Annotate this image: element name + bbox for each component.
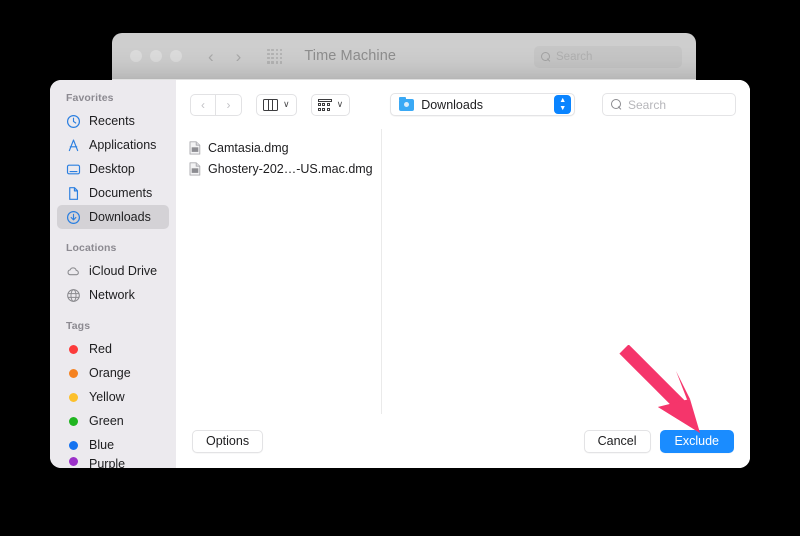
sidebar-item-tag-red[interactable]: Red: [57, 337, 169, 361]
chevron-down-icon: ∨: [283, 100, 290, 109]
sidebar-divider-2: [50, 307, 176, 320]
sidebar-item-label: Orange: [89, 366, 131, 380]
tag-dot-icon: [69, 393, 78, 402]
sidebar-item-tag-yellow[interactable]: Yellow: [57, 385, 169, 409]
sidebar-item-label: Desktop: [89, 162, 135, 176]
time-machine-titlebar: ‹ › Time Machine Search: [112, 33, 696, 79]
forward-chevron-icon[interactable]: ›: [236, 48, 242, 65]
back-button[interactable]: ‹: [190, 94, 216, 116]
window-search-placeholder: Search: [556, 51, 592, 63]
sidebar-item-recents[interactable]: Recents: [57, 109, 169, 133]
window-search-field[interactable]: Search: [534, 46, 682, 68]
sidebar-section-favorites-header: Favorites: [50, 92, 176, 109]
sidebar-item-network[interactable]: Network: [57, 283, 169, 307]
downloads-icon: [66, 210, 81, 225]
group-by-icon: [318, 99, 332, 111]
tag-dot-icon: [69, 441, 78, 450]
minimize-icon[interactable]: [150, 50, 162, 62]
list-item[interactable]: Camtasia.dmg: [176, 137, 381, 158]
search-icon: [611, 99, 622, 110]
sidebar-item-label: Green: [89, 414, 124, 428]
location-popup-button[interactable]: Downloads ▲ ▼: [390, 93, 575, 116]
view-mode-button[interactable]: ∨: [256, 94, 297, 116]
sidebar-item-tag-purple[interactable]: Purple: [57, 457, 169, 468]
sidebar-item-label: Recents: [89, 114, 135, 128]
back-chevron-icon[interactable]: ‹: [208, 48, 214, 65]
clock-icon: [66, 114, 81, 129]
dialog-toolbar: ‹ › ∨ ∨: [176, 80, 750, 129]
screen: ‹ › Time Machine Search Favorites: [0, 0, 800, 536]
disk-image-icon: [189, 162, 201, 176]
disk-image-icon: [189, 141, 201, 155]
grid-icon[interactable]: [267, 49, 282, 64]
tag-dot-icon: [69, 457, 78, 466]
traffic-lights[interactable]: [130, 50, 182, 62]
chevron-down-icon: ∨: [337, 100, 344, 109]
sidebar-item-label: Downloads: [89, 210, 151, 224]
list-item[interactable]: Ghostery-202…-US.mac.dmg: [176, 158, 381, 179]
sidebar-item-icloud-drive[interactable]: iCloud Drive: [57, 259, 169, 283]
file-name: Camtasia.dmg: [208, 141, 289, 155]
tag-dot-icon: [69, 417, 78, 426]
sidebar-item-documents[interactable]: Documents: [57, 181, 169, 205]
sidebar-item-label: iCloud Drive: [89, 264, 157, 278]
location-label: Downloads: [421, 98, 547, 112]
window-title: Time Machine: [304, 48, 396, 64]
tag-dot-icon: [69, 369, 78, 378]
cancel-button[interactable]: Cancel: [584, 430, 651, 453]
forward-button[interactable]: ›: [216, 94, 242, 116]
dialog-content: ‹ › ∨ ∨: [176, 80, 750, 468]
downloads-folder-icon: [399, 99, 414, 111]
exclude-file-dialog: Favorites Recents Applications: [50, 80, 750, 468]
file-list-column[interactable]: Camtasia.dmg Ghostery-202…-US.mac.dmg: [176, 129, 382, 414]
sidebar-item-label: Applications: [89, 138, 156, 152]
sidebar-item-label: Documents: [89, 186, 152, 200]
document-icon: [66, 186, 81, 201]
nav-button-group[interactable]: ‹ ›: [190, 94, 242, 116]
stepper-down: ▼: [559, 106, 566, 112]
close-icon[interactable]: [130, 50, 142, 62]
sidebar-item-tag-green[interactable]: Green: [57, 409, 169, 433]
zoom-icon[interactable]: [170, 50, 182, 62]
options-button[interactable]: Options: [192, 430, 263, 453]
sidebar-item-tag-orange[interactable]: Orange: [57, 361, 169, 385]
sidebar: Favorites Recents Applications: [50, 80, 176, 468]
sidebar-item-downloads[interactable]: Downloads: [57, 205, 169, 229]
tag-dot-icon: [69, 345, 78, 354]
search-input[interactable]: Search: [602, 93, 736, 116]
sidebar-item-label: Red: [89, 342, 112, 356]
desktop-icon: [66, 162, 81, 177]
exclude-button[interactable]: Exclude: [660, 430, 734, 453]
sidebar-item-tag-blue[interactable]: Blue: [57, 433, 169, 457]
search-placeholder: Search: [628, 98, 666, 112]
group-by-button[interactable]: ∨: [311, 94, 351, 116]
cloud-icon: [66, 264, 81, 279]
sidebar-item-label: Yellow: [89, 390, 125, 404]
sidebar-item-label: Blue: [89, 438, 114, 452]
globe-icon: [66, 288, 81, 303]
sidebar-item-applications[interactable]: Applications: [57, 133, 169, 157]
sidebar-item-label: Network: [89, 288, 135, 302]
file-name: Ghostery-202…-US.mac.dmg: [208, 162, 373, 176]
stepper-up: ▲: [559, 98, 566, 104]
sidebar-section-locations-header: Locations: [50, 242, 176, 259]
sidebar-item-label: Purple: [89, 457, 125, 468]
search-icon: [541, 52, 551, 62]
column-view-icon: [263, 99, 278, 111]
preview-column: [382, 129, 750, 414]
sidebar-item-desktop[interactable]: Desktop: [57, 157, 169, 181]
file-browser: Camtasia.dmg Ghostery-202…-US.mac.dmg: [176, 129, 750, 414]
chevron-up-down-icon[interactable]: ▲ ▼: [554, 95, 571, 114]
sidebar-section-tags-header: Tags: [50, 320, 176, 337]
applications-icon: [66, 138, 81, 153]
dialog-footer: Options Cancel Exclude: [176, 414, 750, 468]
sidebar-divider-1: [50, 229, 176, 242]
window-nav-buttons[interactable]: ‹ ›: [208, 48, 241, 65]
